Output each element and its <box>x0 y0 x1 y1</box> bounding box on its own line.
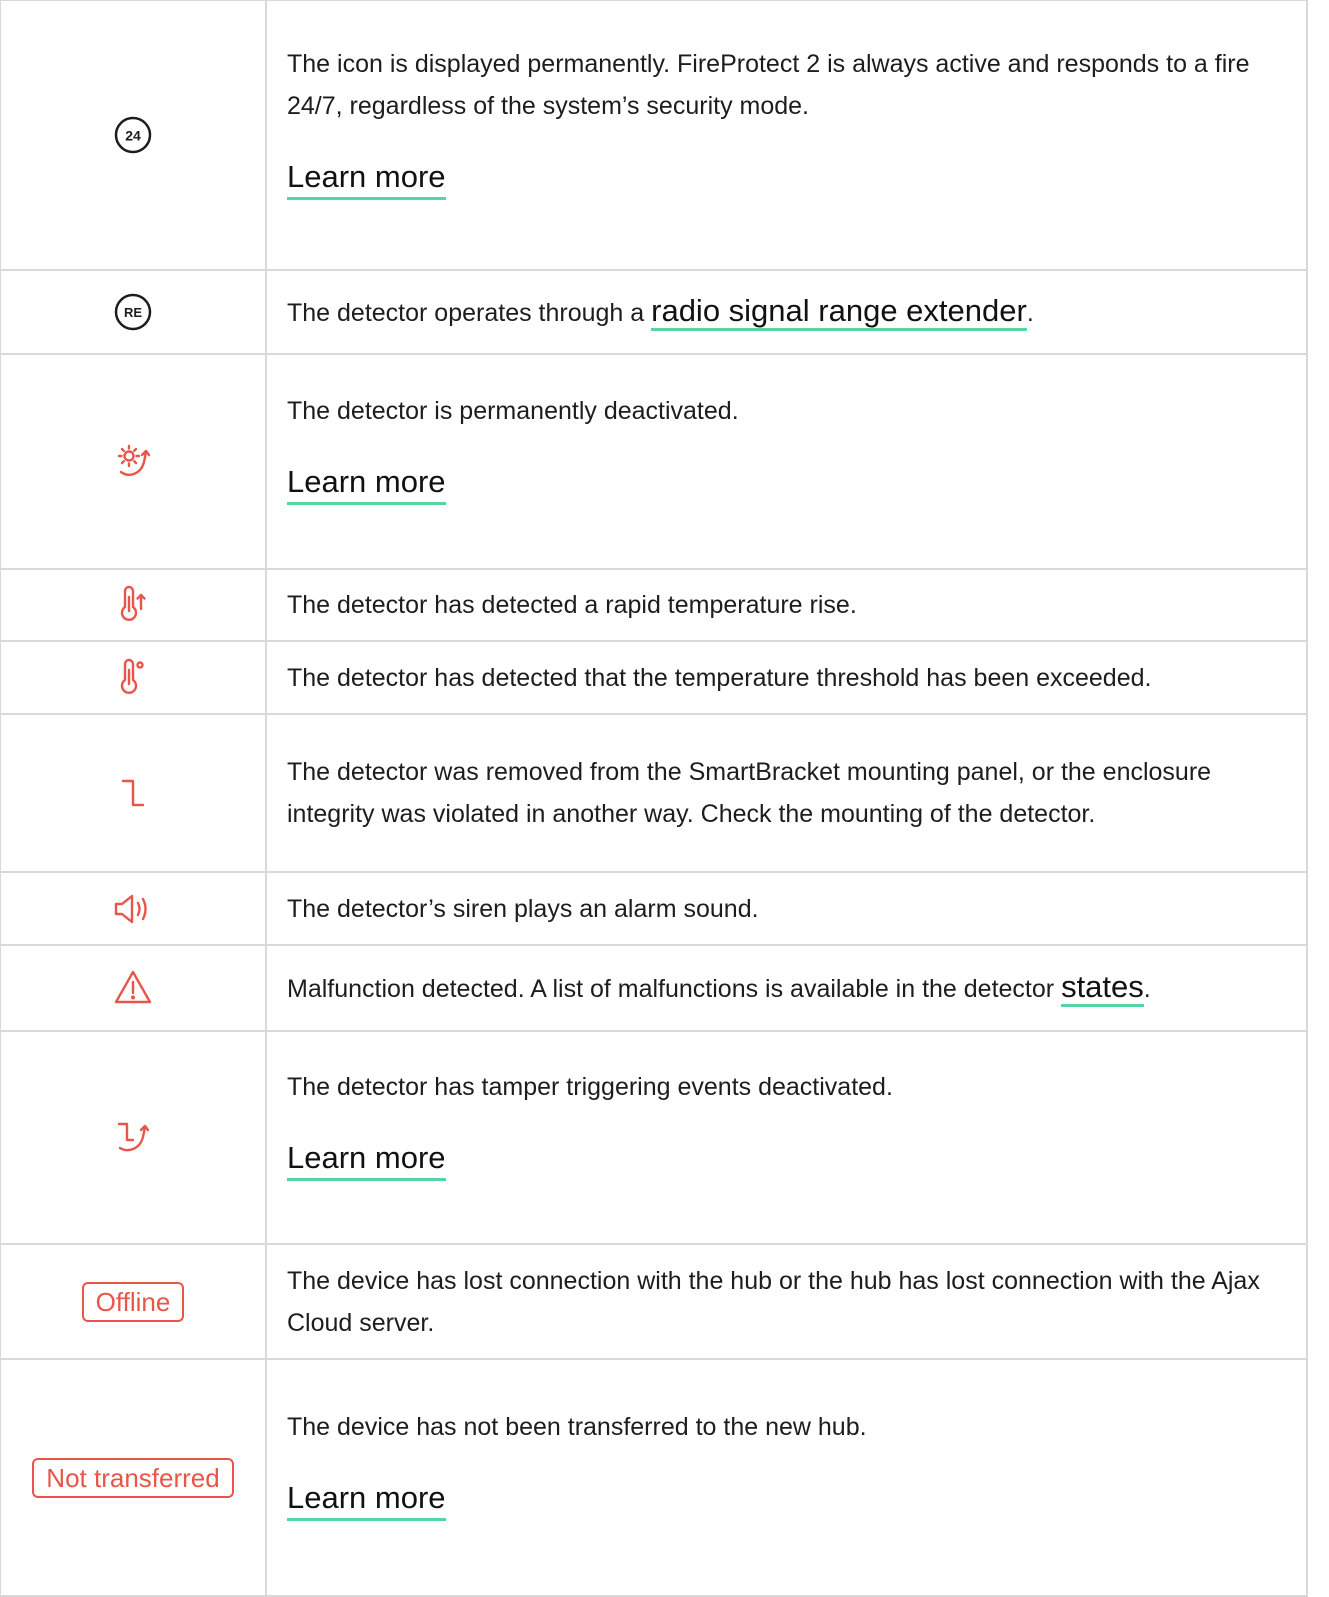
description-cell: The detector has detected a rapid temper… <box>265 568 1308 642</box>
svg-text:RE: RE <box>124 305 142 320</box>
icons-table: 24 The icon is displayed permanently. Fi… <box>0 0 1308 1597</box>
not-transferred-badge: Not transferred <box>32 1457 234 1498</box>
24-7-icon: 24 <box>114 116 152 154</box>
description-text: The detector has detected that the tempe… <box>287 663 1152 692</box>
icon-cell <box>0 353 267 570</box>
description-text: The detector has tamper triggering event… <box>287 1073 893 1101</box>
description-text: The device has lost connection with the … <box>287 1266 1260 1337</box>
description-cell: The icon is displayed permanently. FireP… <box>265 0 1308 271</box>
description-text: The device has not been transferred to t… <box>287 1413 867 1441</box>
tamper-deactivated-icon <box>117 1122 150 1151</box>
icon-cell <box>0 944 267 1032</box>
table-row: The detector is permanently deactivated.… <box>0 353 1308 570</box>
offline-badge: Offline <box>81 1281 185 1322</box>
permanently-deactivated-icon <box>117 444 151 476</box>
table-row: The detector has detected that the tempe… <box>0 640 1308 715</box>
temperature-rise-icon <box>120 585 146 621</box>
table-row: The detector has detected a rapid temper… <box>0 568 1308 642</box>
learn-more-link[interactable]: Learn more <box>287 462 446 505</box>
states-link[interactable]: states <box>1061 969 1144 1007</box>
learn-more-link[interactable]: Learn more <box>287 157 446 200</box>
description-text: The detector’s siren plays an alarm soun… <box>287 894 759 923</box>
malfunction-warning-icon <box>114 970 152 1004</box>
description-cell: The detector’s siren plays an alarm soun… <box>265 871 1308 946</box>
table-row: Malfunction detected. A list of malfunct… <box>0 944 1308 1032</box>
description-cell: The detector operates through a radio si… <box>265 269 1308 355</box>
description-text-end: . <box>1026 299 1034 327</box>
description-text: The detector operates through a <box>287 299 652 327</box>
description-cell: The device has lost connection with the … <box>265 1243 1308 1360</box>
icon-cell <box>0 871 267 946</box>
description-text: The icon is displayed permanently. FireP… <box>287 49 1250 120</box>
description-cell: The device has not been transferred to t… <box>265 1358 1308 1597</box>
tamper-icon <box>121 779 145 807</box>
siren-icon <box>114 894 147 923</box>
range-extender-icon: RE <box>114 293 152 331</box>
icon-cell <box>0 713 267 873</box>
table-row: 24 The icon is displayed permanently. Fi… <box>0 0 1308 271</box>
icon-cell <box>0 568 267 642</box>
description-text: The detector has detected a rapid temper… <box>287 591 857 619</box>
learn-more-link[interactable]: Learn more <box>287 1478 446 1521</box>
icon-cell: Not transferred <box>0 1358 267 1597</box>
table-row: Not transferred The device has not been … <box>0 1358 1308 1597</box>
description-text-end: . <box>1143 975 1151 1003</box>
description-text: The detector is permanently deactivated. <box>287 397 739 425</box>
icon-cell <box>0 640 267 715</box>
description-cell: The detector is permanently deactivated.… <box>265 353 1308 570</box>
description-text: The detector was removed from the SmartB… <box>287 758 1212 828</box>
icon-cell: Offline <box>0 1243 267 1360</box>
description-cell: Malfunction detected. A list of malfunct… <box>265 944 1308 1032</box>
learn-more-link[interactable]: Learn more <box>287 1138 446 1181</box>
table-row: The detector was removed from the SmartB… <box>0 713 1308 873</box>
temperature-threshold-icon <box>120 658 144 694</box>
range-extender-link[interactable]: radio signal range extender <box>651 293 1027 331</box>
description-cell: The detector was removed from the SmartB… <box>265 713 1308 873</box>
table-row: RE The detector operates through a radio… <box>0 269 1308 355</box>
icon-cell: RE <box>0 269 267 355</box>
table-row: Offline The device has lost connection w… <box>0 1243 1308 1360</box>
icon-cell <box>0 1030 267 1245</box>
table-row: The detector’s siren plays an alarm soun… <box>0 871 1308 946</box>
description-cell: The detector has detected that the tempe… <box>265 640 1308 715</box>
description-text: Malfunction detected. A list of malfunct… <box>287 975 1062 1003</box>
svg-text:24: 24 <box>125 128 141 144</box>
icon-cell: 24 <box>0 0 267 271</box>
description-cell: The detector has tamper triggering event… <box>265 1030 1308 1245</box>
table-row: The detector has tamper triggering event… <box>0 1030 1308 1245</box>
